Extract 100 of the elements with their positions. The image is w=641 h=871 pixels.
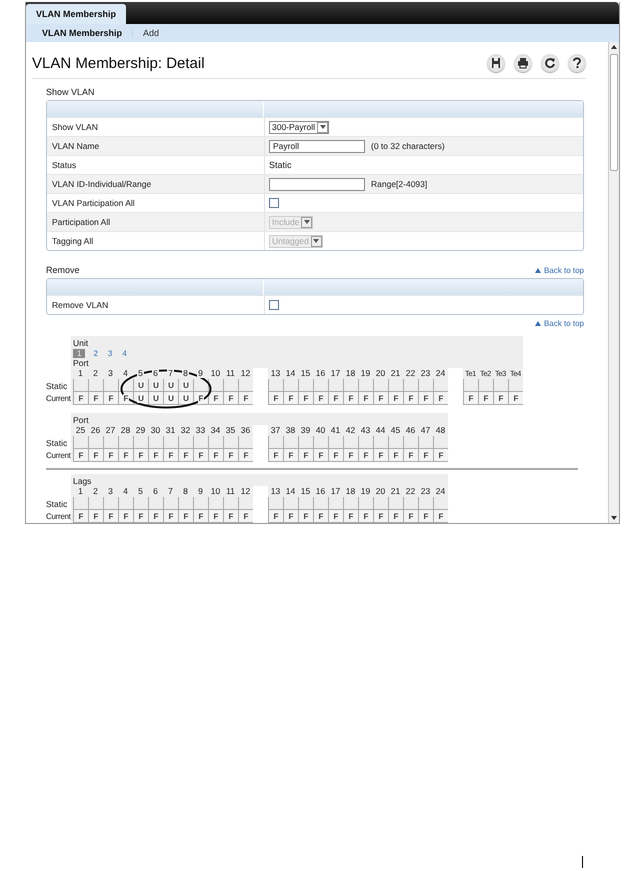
current-cell: F (298, 392, 313, 405)
current-cell: F (328, 449, 343, 462)
scroll-thumb[interactable] (610, 54, 618, 171)
port-number: 4 (122, 369, 129, 378)
current-cell: F (388, 510, 403, 523)
port-number: 1 (77, 487, 84, 496)
port-number: 21 (390, 487, 402, 496)
port-number: 34 (210, 426, 222, 435)
refresh-button[interactable] (541, 54, 559, 72)
port-number: 26 (90, 426, 102, 435)
port-number: 11 (225, 487, 236, 496)
current-cell: F (343, 392, 358, 405)
port-number: 16 (314, 369, 326, 378)
port-number: 23 (420, 487, 432, 496)
caret-icon (320, 125, 326, 129)
port-number: 20 (374, 487, 386, 496)
current-cell: F (148, 510, 163, 523)
scroll-down-icon[interactable] (611, 516, 617, 520)
port-number: 6 (152, 487, 159, 496)
sub-tab[interactable]: VLAN Membership (32, 28, 134, 38)
current-cell: F (238, 392, 253, 405)
checkbox[interactable] (269, 300, 279, 310)
port-number: 41 (330, 426, 342, 435)
caret-icon (313, 239, 320, 243)
current-cell: F (178, 449, 193, 462)
port-number: 25 (74, 426, 86, 435)
current-cell: F (358, 392, 373, 405)
current-cell: F (433, 449, 448, 462)
port-number: 43 (360, 426, 372, 435)
back-to-top-link[interactable]: Back to top (534, 319, 584, 328)
port-number: 39 (300, 426, 312, 435)
port-number: 44 (374, 426, 386, 435)
current-cell: F (163, 510, 178, 523)
section-title: Remove (46, 265, 80, 275)
current-cell: F (223, 392, 238, 405)
help-button[interactable] (568, 54, 586, 72)
port-number: 3 (107, 369, 114, 378)
current-cell: F (73, 392, 88, 405)
unit-link[interactable]: 4 (120, 348, 129, 358)
current-cell: F (133, 510, 148, 523)
port-number: 4 (122, 487, 129, 496)
current-cell: U (163, 392, 178, 405)
refresh-icon (545, 58, 555, 68)
port-number: 9 (197, 487, 204, 496)
save-button[interactable] (487, 54, 505, 72)
port-number: 17 (330, 369, 342, 378)
port-number: 29 (134, 426, 146, 435)
dropdown[interactable]: 300-Payroll (269, 120, 329, 134)
current-cell: F (163, 449, 178, 462)
current-cell: F (313, 392, 328, 405)
port-number: 11 (225, 369, 236, 378)
sub-tab[interactable]: Add (133, 28, 170, 38)
hint-text: (0 to 32 characters) (371, 141, 445, 151)
port-number: 46 (404, 426, 416, 435)
current-cell: F (103, 392, 118, 405)
save-icon (492, 58, 500, 68)
current-cell: F (88, 392, 103, 405)
current-cell: F (373, 510, 388, 523)
help-icon (573, 57, 581, 68)
field-label: VLAN Participation All (51, 198, 136, 208)
row-label: Current (46, 393, 71, 405)
text-field[interactable] (269, 178, 365, 190)
port-number: 21 (390, 369, 402, 378)
port-number: 7 (167, 369, 174, 378)
tab[interactable]: VLAN Membership (26, 4, 126, 24)
port-number: 20 (374, 369, 386, 378)
port-number: 15 (300, 369, 312, 378)
current-cell: F (328, 392, 343, 405)
port-number: 28 (120, 426, 132, 435)
scroll-up-icon[interactable] (611, 45, 617, 49)
current-cell: F (118, 449, 133, 462)
current-cell: F (433, 392, 448, 405)
back-to-top-link[interactable]: Back to top (534, 266, 584, 275)
current-cell: F (238, 510, 253, 523)
port-number: 30 (150, 426, 162, 435)
port-number: 13 (270, 487, 282, 496)
port-number: 9 (197, 369, 204, 378)
current-cell: F (268, 449, 283, 462)
unit-link[interactable]: 3 (106, 348, 114, 358)
current-cell: F (88, 510, 103, 523)
port-number: 8 (182, 369, 189, 378)
current-cell: F (343, 449, 358, 462)
field-label: Show VLAN (51, 122, 99, 132)
print-button[interactable] (514, 54, 532, 72)
port-number: 36 (240, 426, 252, 435)
scrollbar[interactable] (608, 42, 619, 523)
field-label: Tagging All (51, 236, 94, 246)
port-number: 37 (270, 426, 282, 435)
current-cell: F (373, 449, 388, 462)
unit-link[interactable]: 2 (91, 348, 100, 358)
text-field[interactable]: Payroll (269, 140, 365, 152)
current-cell: F (208, 392, 223, 405)
current-cell: F (418, 449, 433, 462)
field-label: Participation All (51, 217, 112, 227)
port-number: 22 (404, 487, 416, 496)
current-cell: F (133, 449, 148, 462)
port-number: 47 (420, 426, 432, 435)
port-number: 5 (137, 487, 144, 496)
checkbox[interactable] (269, 198, 279, 208)
port-number: 7 (167, 487, 174, 496)
